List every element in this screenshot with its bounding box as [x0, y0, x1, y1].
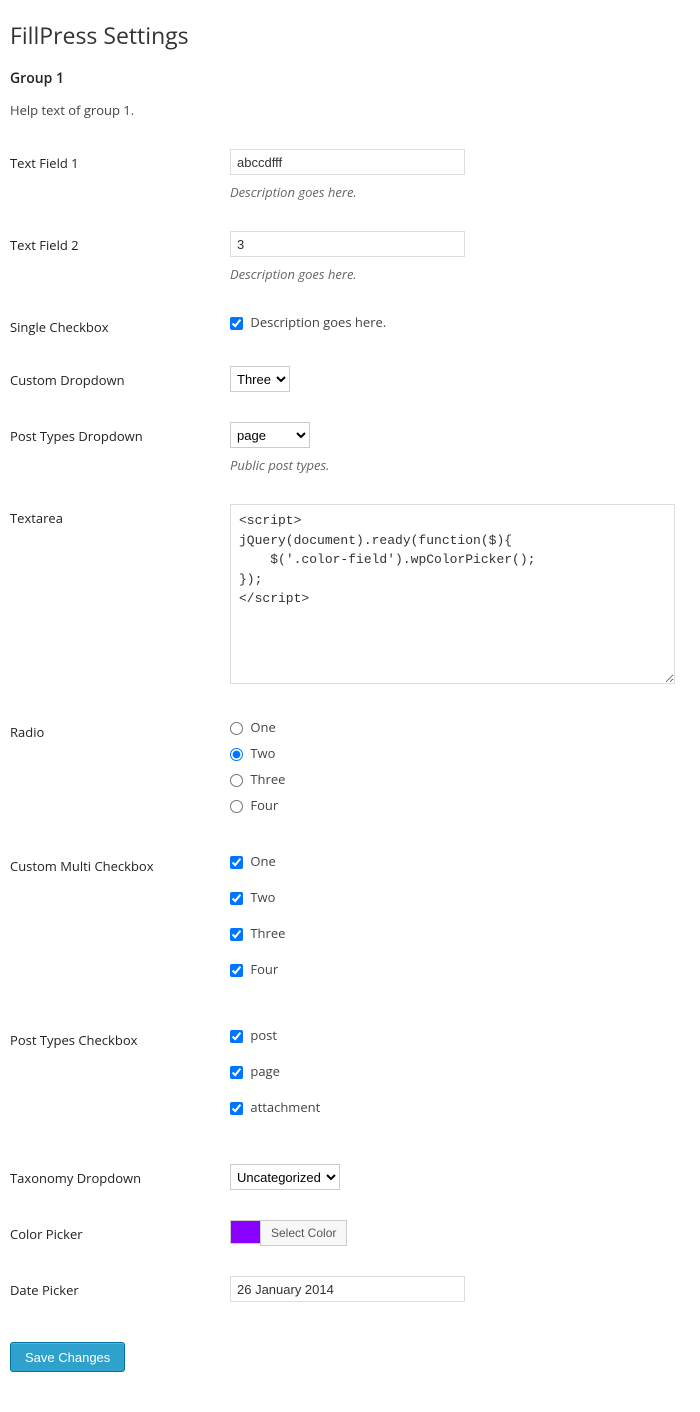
post-types-checkbox-option[interactable]: page [230, 1062, 680, 1080]
multi-checkbox-label: Custom Multi Checkbox [10, 842, 230, 1016]
post-types-dropdown-label: Post Types Dropdown [10, 412, 230, 494]
group-heading: Group 1 [10, 69, 690, 88]
post-types-checkbox-option[interactable]: attachment [230, 1098, 680, 1116]
date-picker-input[interactable] [230, 1276, 465, 1302]
multi-checkbox-option[interactable]: Three [230, 924, 680, 942]
single-checkbox-label: Single Checkbox [10, 303, 230, 356]
post-types-checkbox-input[interactable] [230, 1102, 243, 1115]
multi-checkbox-input[interactable] [230, 856, 243, 869]
custom-dropdown-label: Custom Dropdown [10, 356, 230, 412]
text-field-2-description: Description goes here. [230, 265, 680, 283]
radio-input[interactable] [230, 748, 243, 761]
text-field-1-label: Text Field 1 [10, 139, 230, 221]
group-help-text: Help text of group 1. [10, 101, 690, 119]
text-field-2-input[interactable] [230, 231, 465, 257]
post-types-dropdown-select[interactable]: page [230, 422, 310, 448]
textarea-input[interactable]: <script> jQuery(document).ready(function… [230, 504, 675, 684]
radio-input[interactable] [230, 722, 243, 735]
radio-option[interactable]: Four [230, 796, 680, 814]
color-picker-label: Color Picker [10, 1210, 230, 1266]
post-types-checkbox-group: post page attachment [230, 1026, 680, 1116]
radio-group: One Two Three Four [230, 718, 680, 814]
single-checkbox-option-label: Description goes here. [250, 313, 386, 331]
multi-checkbox-option[interactable]: Two [230, 888, 680, 906]
multi-checkbox-input[interactable] [230, 892, 243, 905]
text-field-1-input[interactable] [230, 149, 465, 175]
radio-option[interactable]: One [230, 718, 680, 736]
post-types-checkbox-input[interactable] [230, 1030, 243, 1043]
single-checkbox-option[interactable]: Description goes here. [230, 313, 386, 331]
radio-option[interactable]: Three [230, 770, 680, 788]
color-swatch[interactable] [230, 1220, 260, 1244]
date-picker-label: Date Picker [10, 1266, 230, 1322]
radio-input[interactable] [230, 800, 243, 813]
textarea-label: Textarea [10, 494, 230, 708]
radio-label: Radio [10, 708, 230, 842]
multi-checkbox-option[interactable]: Four [230, 960, 680, 978]
radio-input[interactable] [230, 774, 243, 787]
select-color-button[interactable]: Select Color [260, 1220, 347, 1246]
multi-checkbox-input[interactable] [230, 928, 243, 941]
text-field-2-label: Text Field 2 [10, 221, 230, 303]
settings-form-table: Text Field 1 Description goes here. Text… [10, 139, 690, 1322]
post-types-checkbox-input[interactable] [230, 1066, 243, 1079]
single-checkbox-input[interactable] [230, 317, 243, 330]
save-changes-button[interactable]: Save Changes [10, 1342, 125, 1372]
page-title: FillPress Settings [10, 10, 690, 55]
post-types-checkbox-label: Post Types Checkbox [10, 1016, 230, 1154]
taxonomy-dropdown-label: Taxonomy Dropdown [10, 1154, 230, 1210]
post-types-dropdown-description: Public post types. [230, 456, 680, 474]
text-field-1-description: Description goes here. [230, 183, 680, 201]
multi-checkbox-group: One Two Three Four [230, 852, 680, 978]
radio-option[interactable]: Two [230, 744, 680, 762]
custom-dropdown-select[interactable]: Three [230, 366, 290, 392]
post-types-checkbox-option[interactable]: post [230, 1026, 680, 1044]
multi-checkbox-option[interactable]: One [230, 852, 680, 870]
taxonomy-dropdown-select[interactable]: Uncategorized [230, 1164, 340, 1190]
multi-checkbox-input[interactable] [230, 964, 243, 977]
